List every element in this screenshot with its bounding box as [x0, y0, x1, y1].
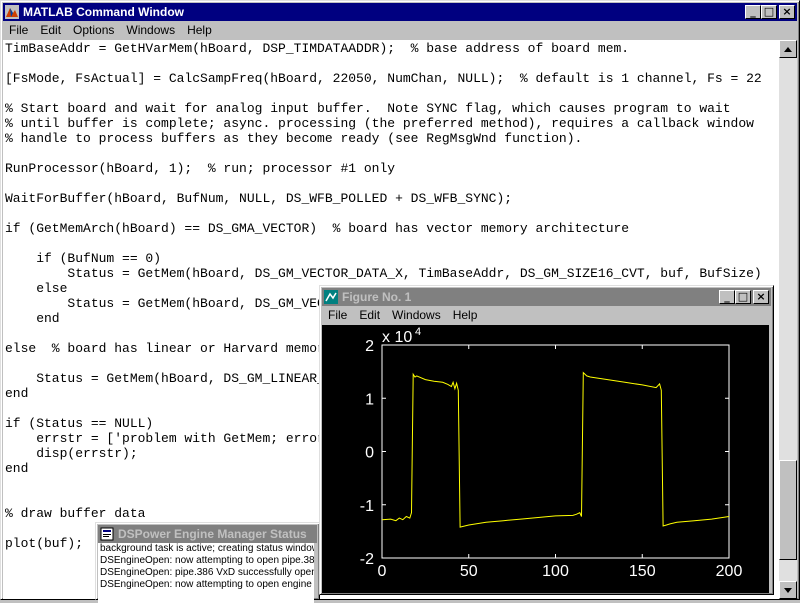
matlab-icon — [5, 5, 19, 19]
axes-box — [381, 344, 730, 559]
code-line: RunProcessor(hBoard, 1); % run; processo… — [5, 161, 396, 176]
menu-help[interactable]: Help — [181, 22, 218, 39]
dspower-status-window: DSPower Engine Manager Status background… — [95, 522, 320, 603]
menu-options[interactable]: Options — [67, 22, 120, 39]
status-window-icon — [100, 527, 114, 541]
figure-window: Figure No. 1 _ □ × File Edit Windows Hel… — [319, 285, 774, 595]
status-window-titlebar[interactable]: DSPower Engine Manager Status — [98, 525, 317, 543]
x-tick-label: 200 — [716, 563, 743, 580]
figure-menu-file[interactable]: File — [322, 307, 353, 324]
y-tick-label: -1 — [360, 498, 374, 515]
figure-menu-windows[interactable]: Windows — [386, 307, 447, 324]
code-line: TimBaseAddr = GetHVarMem(hBoard, DSP_TIM… — [5, 41, 630, 56]
figure-icon — [324, 290, 338, 304]
figure-window-title: Figure No. 1 — [342, 290, 412, 304]
arrow-up-icon — [784, 46, 792, 52]
figure-minimize-button[interactable]: _ — [719, 290, 735, 304]
x-tick-label: 0 — [378, 563, 387, 580]
exponent-power: 4 — [415, 326, 421, 338]
scroll-thumb[interactable] — [779, 460, 797, 560]
arrow-down-icon — [784, 587, 792, 593]
scroll-up-button[interactable] — [779, 40, 797, 58]
vertical-scrollbar[interactable] — [779, 40, 797, 599]
figure-maximize-button[interactable]: □ — [735, 290, 751, 304]
plot-canvas[interactable]: 0 50 100 150 200 2 1 0 -1 -2 x 10 4 — [322, 325, 769, 593]
y-tick-label: 0 — [365, 445, 374, 462]
line-chart: 0 50 100 150 200 2 1 0 -1 -2 x 10 4 — [360, 326, 743, 580]
x-tick-label: 50 — [460, 563, 478, 580]
menu-windows[interactable]: Windows — [120, 22, 181, 39]
status-message-list: background task is active; creating stat… — [98, 543, 314, 603]
exponent-label: x 10 — [382, 329, 412, 346]
series-line — [381, 371, 730, 528]
menu-edit[interactable]: Edit — [34, 22, 67, 39]
x-tick-label: 150 — [629, 563, 656, 580]
status-line: DSEngineOpen: pipe.386 VxD successfully … — [100, 567, 314, 578]
status-window-title: DSPower Engine Manager Status — [118, 527, 307, 541]
figure-menubar: File Edit Windows Help — [322, 307, 771, 324]
code-line: % Start board and wait for analog input … — [5, 101, 731, 116]
command-window-title: MATLAB Command Window — [23, 5, 184, 19]
status-line: background task is active; creating stat… — [100, 543, 314, 554]
figure-window-titlebar[interactable]: Figure No. 1 _ □ × — [322, 288, 771, 306]
scroll-down-button[interactable] — [779, 581, 797, 599]
figure-menu-help[interactable]: Help — [447, 307, 484, 324]
code-line: WaitForBuffer(hBoard, BufNum, NULL, DS_W… — [5, 191, 513, 206]
menu-file[interactable]: File — [3, 22, 34, 39]
code-line: Status = GetMem(hBoard, DS_GM_VECTOR_DAT… — [5, 266, 762, 281]
x-tick-label: 100 — [542, 563, 569, 580]
close-button[interactable]: × — [779, 5, 795, 19]
y-tick-label: 1 — [365, 391, 374, 408]
figure-close-button[interactable]: × — [753, 290, 769, 304]
code-line: % until buffer is complete; async. proce… — [5, 116, 754, 131]
code-line: [FsMode, FsActual] = CalcSampFreq(hBoard… — [5, 71, 762, 86]
command-window-menubar: File Edit Options Windows Help — [3, 22, 797, 39]
minimize-button[interactable]: _ — [745, 5, 761, 19]
figure-menu-edit[interactable]: Edit — [353, 307, 386, 324]
code-line: if (GetMemArch(hBoard) == DS_GMA_VECTOR)… — [5, 221, 630, 236]
code-line: % handle to process buffers as they beco… — [5, 131, 583, 146]
command-window-titlebar[interactable]: MATLAB Command Window _ □ × — [3, 3, 797, 21]
y-tick-label: -2 — [360, 551, 374, 568]
status-line: DSEngineOpen: now attempting to open eng… — [100, 579, 312, 590]
maximize-button[interactable]: □ — [761, 5, 777, 19]
y-tick-label: 2 — [365, 338, 374, 355]
status-line: DSEngineOpen: now attempting to open pip… — [100, 555, 314, 566]
code-line: if (BufNum == 0) — [5, 251, 162, 266]
